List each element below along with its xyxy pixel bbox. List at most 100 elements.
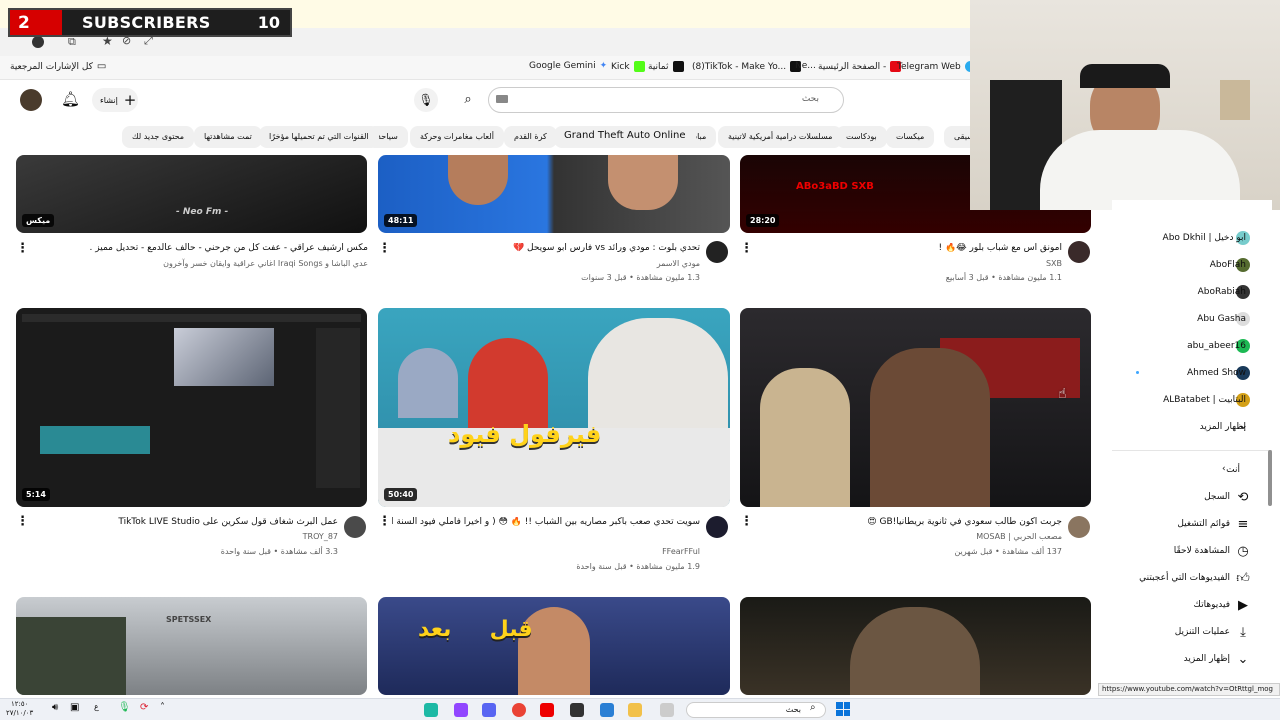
windows-start-icon[interactable] bbox=[836, 702, 850, 716]
video-channel[interactable]: TROY_87 bbox=[30, 532, 338, 541]
bookmark-thmanyah[interactable]: ثمانية bbox=[648, 61, 684, 72]
video-thumbnail[interactable]: فيرفول فيود 50:40 bbox=[378, 308, 730, 507]
chevron-down-icon[interactable]: ⌄ bbox=[1235, 652, 1251, 667]
taskview-icon[interactable] bbox=[660, 703, 674, 717]
scrollbar[interactable] bbox=[1268, 450, 1272, 506]
hand-cursor-icon: ☝ bbox=[1058, 386, 1067, 402]
keyboard-icon[interactable] bbox=[496, 95, 508, 103]
search-input[interactable]: بحث bbox=[488, 87, 844, 113]
chip[interactable]: كرة القدم bbox=[504, 126, 557, 148]
bookmark-kick[interactable]: Kick bbox=[611, 61, 645, 72]
more-options-icon[interactable]: ⋮ bbox=[378, 514, 391, 529]
show-more-button[interactable]: إظهار المزيد bbox=[1200, 422, 1246, 432]
video-title[interactable]: سويت تحدي صعب بأكبر مصاريه بين الشباب !!… bbox=[392, 517, 700, 527]
sidebar-sub-item[interactable]: Abu Gasha bbox=[1197, 314, 1246, 324]
more-options-icon[interactable]: ⋮ bbox=[740, 241, 753, 256]
video-thumbnail[interactable]: - Neo Fm - ميكس bbox=[16, 155, 367, 233]
obs-icon[interactable] bbox=[570, 703, 584, 717]
more-options-icon[interactable]: ⋮ bbox=[16, 241, 29, 256]
chevron-up-icon[interactable]: ˄ bbox=[160, 702, 165, 713]
bookmark-netflix[interactable]: Ne... bbox=[795, 61, 816, 71]
you-heading[interactable]: أنت bbox=[1226, 465, 1240, 475]
more-options-icon[interactable]: ⋮ bbox=[378, 241, 391, 256]
sidebar-sub-item[interactable]: ابو دخيل | Abo Dkhil bbox=[1163, 233, 1246, 243]
video-channel[interactable]: مودي الاسمر bbox=[392, 259, 700, 268]
search-placeholder: بحث bbox=[801, 94, 819, 104]
sidebar-sub-item[interactable]: AboRabiah bbox=[1198, 287, 1246, 297]
avatar[interactable] bbox=[20, 89, 42, 111]
video-thumbnail[interactable]: 5:14 bbox=[16, 308, 367, 507]
discord-icon[interactable] bbox=[482, 703, 496, 717]
profile-icon[interactable] bbox=[32, 36, 44, 48]
avatar[interactable] bbox=[344, 516, 366, 538]
sidebar-item-your-videos[interactable]: فيديوهاتك bbox=[1194, 600, 1230, 610]
video-title[interactable]: عمل البرث شغاف قول سكرين على TikTok LIVE… bbox=[30, 517, 338, 527]
more-options-icon[interactable]: ⋮ bbox=[740, 514, 753, 529]
chip[interactable]: مسلسلات درامية أمريكية لاتينية bbox=[718, 126, 843, 148]
network-icon[interactable]: ▣ bbox=[70, 702, 79, 713]
sidebar-item-watch-later[interactable]: المشاهدة لاحقًا bbox=[1174, 546, 1230, 556]
microphone-icon[interactable]: 🎙︎ bbox=[118, 702, 131, 713]
chip[interactable]: القنوات التي تم تحميلها مؤخرًا bbox=[259, 126, 379, 148]
chip[interactable]: بودكاست bbox=[836, 126, 887, 148]
video-thumbnail[interactable]: 48:11 bbox=[378, 155, 730, 233]
avatar[interactable] bbox=[706, 241, 728, 263]
clock[interactable]: ١٢:٥٠ ٢٧/١٠/٠٣ bbox=[6, 700, 33, 718]
video-title[interactable]: جربت اكون طالب سعودي في ثانوية بريطانيا!… bbox=[754, 517, 1062, 527]
video-title[interactable]: مكس ارشيف عراقي - عفت كل من جرحني - حالف… bbox=[30, 243, 368, 253]
sidebar-sub-item[interactable]: abu_abeer16 bbox=[1187, 341, 1246, 351]
subscriber-counter-overlay: 2 SUBSCRIBERS 10 bbox=[8, 8, 292, 37]
sidebar-item-downloads[interactable]: عمليات التنزيل bbox=[1175, 627, 1230, 637]
sidebar-item-playlists[interactable]: قوائم التشغيل bbox=[1177, 519, 1230, 529]
video-title[interactable]: تحدي بلوت : مودي ورائد vs فارس ابو سويحل… bbox=[392, 243, 700, 253]
microphone-icon[interactable]: 🎙︎ bbox=[414, 88, 438, 112]
chip[interactable]: ميكسات bbox=[886, 126, 935, 148]
search-icon[interactable]: ⌕ bbox=[456, 88, 480, 112]
youtube-icon[interactable] bbox=[540, 703, 554, 717]
sidebar-item-history[interactable]: السجل bbox=[1204, 492, 1230, 502]
bookmark-telegram[interactable]: Telegram Web bbox=[897, 61, 976, 72]
taskbar-search[interactable]: بحث bbox=[686, 702, 826, 718]
bookmark-tiktok[interactable]: (8)TikTok - Make Yo... bbox=[692, 61, 802, 72]
video-channel[interactable]: عدي الباشا و Iraqi Songs اغاني عراقية وا… bbox=[30, 259, 368, 268]
clock-time: ١٢:٥٠ bbox=[10, 700, 29, 708]
extension-icon[interactable]: ⧉ bbox=[68, 35, 76, 49]
video-channel[interactable]: مصعب الحربي | MOSAB bbox=[754, 532, 1062, 541]
video-title[interactable]: امونق اس مع شباب بلور 😂🔥 ! bbox=[754, 243, 1062, 253]
app-icon[interactable] bbox=[424, 703, 438, 717]
avatar[interactable] bbox=[706, 516, 728, 538]
video-thumbnail[interactable]: SPETSSEX bbox=[16, 597, 367, 695]
bookmark-gemini[interactable]: Google Gemini ✦ bbox=[529, 61, 607, 71]
bookmark-home[interactable]: الصفحة الرئيسية - bbox=[818, 61, 902, 72]
duration-badge: 5:14 bbox=[22, 488, 50, 501]
twitch-icon[interactable] bbox=[454, 703, 468, 717]
all-bookmarks[interactable]: كل الإشارات المرجعية ▭ bbox=[10, 61, 106, 72]
avatar[interactable] bbox=[1068, 516, 1090, 538]
sidebar-sub-item[interactable]: Ahmed Show bbox=[1187, 368, 1246, 378]
video-channel[interactable]: SXB bbox=[754, 259, 1062, 268]
video-channel[interactable]: FFearFFul bbox=[392, 547, 700, 556]
chrome-icon[interactable] bbox=[512, 703, 526, 717]
history-icon: ⟲ bbox=[1237, 490, 1249, 505]
language-indicator[interactable]: ع bbox=[94, 702, 99, 711]
chip[interactable]: ألعاب مغامرات وحركة bbox=[410, 126, 504, 148]
avatar[interactable] bbox=[1068, 241, 1090, 263]
sidebar-sub-item[interactable]: AboFlah bbox=[1210, 260, 1246, 270]
video-thumbnail[interactable] bbox=[740, 308, 1091, 507]
sidebar-item-liked[interactable]: الفيديوهات التي أعجبتني bbox=[1139, 573, 1230, 583]
record-icon[interactable]: ⟳ bbox=[140, 702, 148, 713]
chip[interactable]: Grand Theft Auto Online bbox=[554, 126, 696, 148]
show-more-button[interactable]: إظهار المزيد bbox=[1184, 654, 1230, 664]
create-label: إنشاء bbox=[100, 95, 118, 105]
video-thumbnail[interactable]: قبل بعد bbox=[378, 597, 730, 695]
bell-icon[interactable]: 🔔︎ bbox=[61, 90, 80, 108]
chip[interactable]: محتوى جديد لك bbox=[122, 126, 195, 148]
volume-icon[interactable]: 🔊︎ bbox=[52, 702, 58, 713]
more-options-icon[interactable]: ⋮ bbox=[16, 514, 29, 529]
sidebar-sub-item[interactable]: البتابيت | ALBatabet bbox=[1163, 395, 1246, 405]
folder-icon[interactable] bbox=[628, 703, 642, 717]
create-button[interactable]: إنشاء + bbox=[92, 88, 138, 112]
video-thumbnail[interactable] bbox=[740, 597, 1091, 695]
store-icon[interactable] bbox=[600, 703, 614, 717]
chip[interactable]: تمت مشاهدتها bbox=[194, 126, 262, 148]
